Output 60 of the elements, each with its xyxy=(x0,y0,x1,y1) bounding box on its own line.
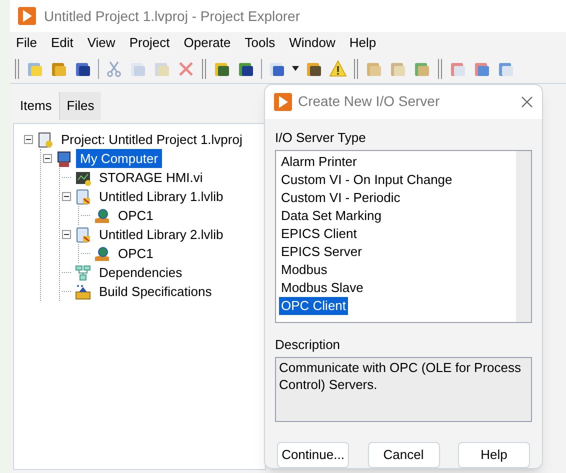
scissors-icon[interactable] xyxy=(105,60,123,78)
tree-item[interactable]: OPC1 xyxy=(114,206,158,226)
dialog-title: Create New I/O Server xyxy=(298,92,441,112)
list-item[interactable]: EPICS Server xyxy=(279,243,364,262)
toolbar-grip[interactable] xyxy=(437,58,443,80)
toolbar-grip[interactable] xyxy=(201,58,207,80)
dependencies-icon xyxy=(75,264,91,280)
dialog-logo-icon xyxy=(274,92,292,111)
project-icon xyxy=(37,132,53,148)
tree-item[interactable]: Untitled Library 1.lvlib xyxy=(95,186,228,206)
list-item[interactable]: Modbus xyxy=(279,261,330,280)
server-icon xyxy=(94,208,110,224)
list-item[interactable]: Custom VI - On Input Change xyxy=(279,171,454,190)
dialog-button[interactable]: Help xyxy=(458,442,530,468)
tree-item[interactable]: My Computer xyxy=(76,148,162,168)
library-icon xyxy=(75,226,91,242)
close-icon[interactable] xyxy=(521,96,533,108)
list-item[interactable]: OPC Client xyxy=(279,297,348,316)
build-box-icon xyxy=(75,284,91,300)
collapse-icon[interactable] xyxy=(62,192,71,201)
tree-item[interactable]: Untitled Library 2.lvlib xyxy=(95,224,228,244)
menu-item[interactable]: File xyxy=(16,33,37,53)
list-item[interactable]: Alarm Printer xyxy=(279,153,359,172)
window-title: Untitled Project 1.lvproj - Project Explorer xyxy=(44,6,300,26)
computer-icon xyxy=(56,150,72,166)
collapse-icon[interactable] xyxy=(43,154,52,163)
delete-icon[interactable] xyxy=(177,60,195,78)
description-label: Description xyxy=(275,336,342,354)
tab[interactable]: Files xyxy=(58,92,102,120)
dialog-button[interactable]: Cancel xyxy=(368,442,440,468)
library-icon xyxy=(75,188,91,204)
list-item[interactable]: Custom VI - Periodic xyxy=(279,189,402,208)
app-logo-icon xyxy=(18,7,36,25)
description-box: Communicate with OPC (OLE for Process Control) Servers. xyxy=(275,357,532,422)
menu-item[interactable]: Operate xyxy=(184,33,231,53)
vi-file-icon xyxy=(75,170,91,186)
tree-item[interactable]: Project: Untitled Project 1.lvproj xyxy=(57,130,246,150)
menu-item[interactable]: Edit xyxy=(50,33,74,53)
list-item[interactable]: Data Set Marking xyxy=(279,207,384,226)
toolbar-grip[interactable] xyxy=(353,58,359,80)
dialog-button[interactable]: Continue... xyxy=(277,442,349,468)
list-item[interactable]: EPICS Client xyxy=(279,225,359,244)
scrollbar[interactable] xyxy=(516,151,531,322)
warning-icon[interactable] xyxy=(329,60,347,78)
server-icon xyxy=(94,246,110,262)
tree-item[interactable]: STORAGE HMI.vi xyxy=(95,168,207,188)
menu-item[interactable]: Project xyxy=(129,33,170,53)
menu-item[interactable]: Tools xyxy=(244,33,276,53)
menu-item[interactable]: Help xyxy=(349,33,376,53)
toolbar-grip[interactable] xyxy=(14,58,20,80)
collapse-icon[interactable] xyxy=(62,230,71,239)
list-item[interactable]: Modbus Slave xyxy=(279,279,366,298)
menu-item[interactable]: View xyxy=(87,33,116,53)
collapse-icon[interactable] xyxy=(24,135,33,144)
tree-item[interactable]: OPC1 xyxy=(114,244,158,264)
tree-item[interactable]: Build Specifications xyxy=(95,282,216,302)
list-label: I/O Server Type xyxy=(275,128,367,147)
caret-icon[interactable] xyxy=(292,66,299,71)
tree-item[interactable]: Dependencies xyxy=(95,262,186,282)
menu-item[interactable]: Window xyxy=(289,33,336,53)
